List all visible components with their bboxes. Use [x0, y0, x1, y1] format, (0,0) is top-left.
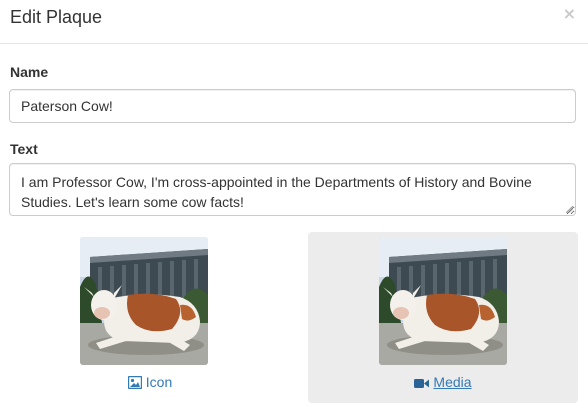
text-textarea[interactable]: I am Professor Cow, I'm cross-appointed … [9, 163, 576, 216]
icon-link[interactable]: Icon [15, 374, 285, 390]
media-thumbnail-image[interactable] [379, 237, 507, 365]
resize-grip-icon[interactable] [566, 206, 573, 213]
dialog-title: Edit Plaque [10, 7, 103, 27]
edit-plaque-dialog: Edit Plaque × Name Paterson Cow! Text I … [0, 0, 588, 417]
media-tile[interactable]: Media [308, 232, 578, 403]
image-icon [127, 376, 142, 389]
icon-thumbnail-image[interactable] [80, 237, 208, 365]
video-camera-icon [414, 379, 430, 388]
media-link-label: Media [433, 374, 472, 390]
text-textarea-value: I am Professor Cow, I'm cross-appointed … [21, 174, 532, 210]
text-label: Text [10, 141, 38, 157]
close-button[interactable]: × [563, 6, 576, 22]
cow-photo [379, 237, 507, 365]
icon-tile[interactable]: Icon [15, 232, 285, 403]
media-link[interactable]: Media [308, 374, 578, 390]
name-label: Name [10, 64, 49, 80]
icon-link-label: Icon [145, 374, 173, 390]
cow-photo [80, 237, 208, 365]
dialog-header: Edit Plaque × [0, 0, 588, 44]
name-input[interactable]: Paterson Cow! [9, 89, 576, 123]
